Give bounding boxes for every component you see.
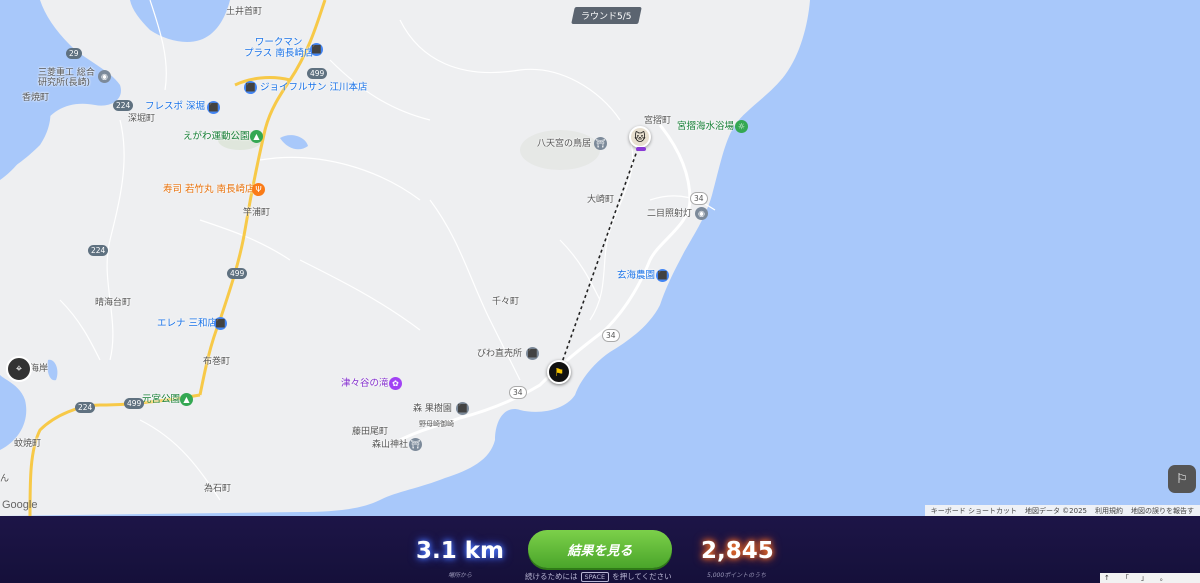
map-data-text: 地図データ ©2025 bbox=[1024, 506, 1087, 515]
route-shield-499: 499 bbox=[227, 268, 248, 279]
label-chiji: 千々町 bbox=[492, 297, 520, 307]
map-attribution: キーボード ショートカット 地図データ ©2025 利用規約 地図の誤りを報告す bbox=[924, 505, 1200, 516]
label-miyazuri: 宮摺町 bbox=[644, 116, 672, 126]
bookmark-icon[interactable]: ⚐ bbox=[1168, 465, 1196, 493]
round-badge: ラウンド5/5 bbox=[571, 7, 642, 24]
lighthouse-icon[interactable]: ◉ bbox=[695, 207, 708, 220]
target-flag-icon[interactable]: ⚑ bbox=[547, 360, 571, 384]
shopping-icon[interactable]: ⬛ bbox=[214, 317, 227, 330]
route-shield-34: 34 bbox=[509, 386, 527, 399]
restaurant-icon[interactable]: Ψ bbox=[252, 183, 265, 196]
label-nunomaki: 布巻町 bbox=[203, 357, 231, 367]
label-hachiman[interactable]: 八天宮の鳥居 bbox=[537, 139, 591, 149]
route-shield-224: 224 bbox=[75, 402, 96, 413]
label-cut-left: 海岸 bbox=[30, 364, 49, 374]
ime-key[interactable]: 。 bbox=[1160, 573, 1167, 583]
park-icon[interactable]: ▲ bbox=[250, 130, 263, 143]
label-moriyama[interactable]: 森山神社 bbox=[372, 440, 408, 450]
map-view[interactable]: 土井首町 ワークマン プラス 南長崎店 ⬛ ⬛ ジョイフルサン 江川本店 三菱重… bbox=[0, 0, 1200, 516]
shopping-icon[interactable]: ⬛ bbox=[207, 101, 220, 114]
waterfall-icon[interactable]: ✿ bbox=[389, 377, 402, 390]
label-fujitao: 藤田尾町 bbox=[352, 427, 389, 437]
beach-icon[interactable]: ☼ bbox=[735, 120, 748, 133]
label-tsuchii: 土井首町 bbox=[226, 7, 263, 17]
shop-icon[interactable]: ⬛ bbox=[526, 347, 539, 360]
label-sasaura: 竿浦町 bbox=[243, 208, 271, 218]
label-fresco[interactable]: フレスポ 深堀 bbox=[145, 101, 205, 113]
landmark-icon[interactable]: ◉ bbox=[98, 70, 111, 83]
shopping-icon[interactable]: ⬛ bbox=[656, 269, 669, 282]
label-motomiya[interactable]: 元宮公園 bbox=[142, 394, 180, 406]
label-tameishi: 為石町 bbox=[204, 484, 232, 494]
view-results-button[interactable]: 結果を見る bbox=[528, 530, 672, 568]
label-genkai[interactable]: 玄海農園 bbox=[617, 270, 655, 282]
points-value: 2,845 bbox=[701, 538, 774, 564]
hint-pre: 続けるためには bbox=[525, 572, 578, 581]
label-sushi[interactable]: 寿司 若竹丸 南長崎店 bbox=[163, 184, 255, 196]
distance-value: 3.1 km bbox=[416, 538, 505, 564]
location-pin-button-icon[interactable]: ⌖ bbox=[6, 356, 32, 382]
points-caption: 5,000ポイントのうち bbox=[707, 572, 767, 579]
park-icon[interactable]: ▲ bbox=[180, 393, 193, 406]
shopping-icon[interactable]: ⬛ bbox=[310, 43, 323, 56]
round-badge-text: ラウンド5/5 bbox=[581, 12, 632, 22]
label-workman[interactable]: ワークマン プラス 南長崎店 bbox=[244, 37, 313, 60]
label-joyful[interactable]: ジョイフルサン 江川本店 bbox=[260, 82, 368, 94]
ime-toolbar: ↑ 「 」 。 bbox=[1100, 573, 1200, 583]
label-cut-left2: ん bbox=[0, 474, 10, 484]
label-biwa[interactable]: びわ直売所 bbox=[477, 349, 522, 359]
label-elena[interactable]: エレナ 三和店 bbox=[157, 318, 217, 330]
route-shield-224: 224 bbox=[88, 245, 109, 256]
label-lighthouse[interactable]: 二目照射灯 bbox=[647, 209, 692, 219]
shrine-icon[interactable]: ⛩ bbox=[594, 137, 607, 150]
label-egawa-park[interactable]: えがわ運動公園 bbox=[183, 131, 250, 143]
distance-caption: 場所から bbox=[448, 572, 473, 579]
ime-key[interactable]: 「 bbox=[1122, 573, 1129, 583]
map-base bbox=[0, 0, 810, 516]
route-shield-29: 29 bbox=[66, 48, 82, 59]
space-key-badge: SPACE bbox=[580, 571, 610, 582]
ime-key[interactable]: 」 bbox=[1141, 573, 1148, 583]
route-shield-499: 499 bbox=[124, 398, 145, 409]
label-biwa-road: 野母崎御崎 bbox=[419, 420, 454, 428]
keyboard-shortcuts-link[interactable]: キーボード ショートカット bbox=[931, 506, 1017, 516]
continue-hint: 続けるためには SPACE を押してください bbox=[525, 571, 672, 582]
report-error-link[interactable]: 地図の誤りを報告す bbox=[1131, 506, 1194, 516]
hint-post: を押してください bbox=[612, 572, 672, 581]
label-hareumi: 晴海台町 bbox=[95, 298, 132, 308]
google-logo: Google bbox=[2, 499, 38, 511]
terms-link[interactable]: 利用規約 bbox=[1095, 506, 1123, 516]
label-miyazuri-beach[interactable]: 宮摺海水浴場 bbox=[677, 121, 734, 133]
ime-key[interactable]: ↑ bbox=[1104, 574, 1110, 582]
label-fukahori: 深堀町 bbox=[128, 114, 156, 124]
label-kouyaki: 香焼町 bbox=[22, 93, 50, 103]
route-shield-224: 224 bbox=[113, 100, 134, 111]
label-tsutsuya[interactable]: 津々谷の滝 bbox=[341, 378, 389, 390]
label-osaki: 大崎町 bbox=[587, 195, 615, 205]
guess-pin-avatar-icon[interactable]: 🐱 bbox=[629, 126, 651, 151]
route-shield-499: 499 bbox=[307, 68, 328, 79]
label-monsaki: 蚊焼町 bbox=[14, 439, 42, 449]
label-mori-orchard[interactable]: 森 果樹園 bbox=[413, 404, 452, 414]
shrine-icon[interactable]: ⛩ bbox=[409, 438, 422, 451]
orchard-icon[interactable]: ⬛ bbox=[456, 402, 469, 415]
route-shield-34: 34 bbox=[690, 192, 708, 205]
route-shield-34: 34 bbox=[602, 329, 620, 342]
shopping-icon[interactable]: ⬛ bbox=[244, 81, 257, 94]
label-mitsubishi[interactable]: 三菱重工 総合 研究所(長崎) bbox=[38, 68, 95, 89]
